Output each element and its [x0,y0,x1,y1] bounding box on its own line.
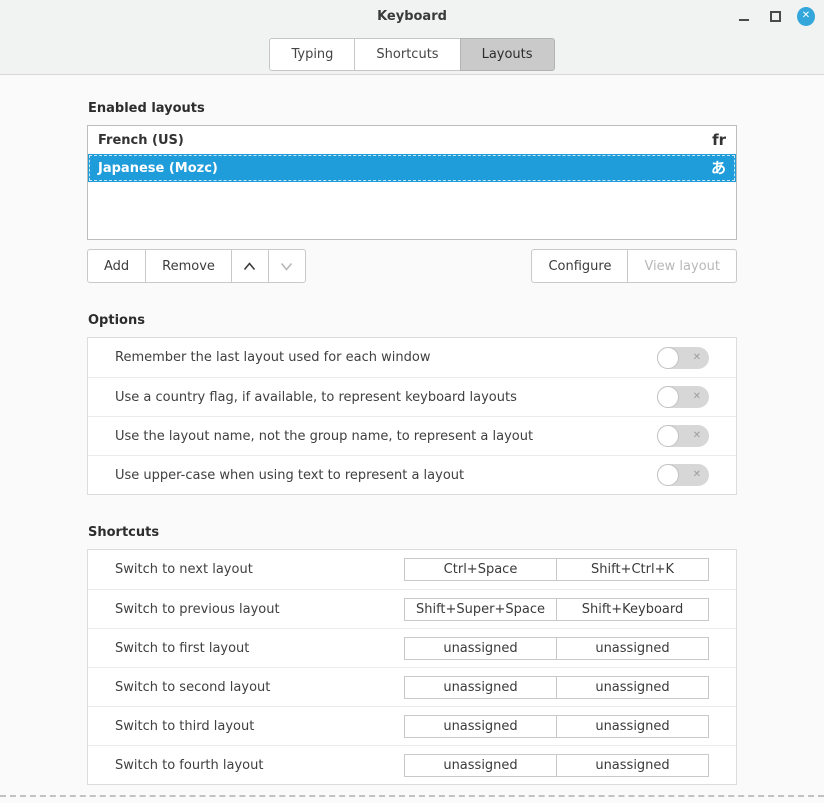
chevron-up-icon [243,262,256,271]
option-row: Use upper-case when using text to repres… [88,455,736,494]
window-title: Keyboard [377,9,447,24]
option-row: Remember the last layout used for each w… [88,338,736,377]
shortcut-row: Switch to first layout unassigned unassi… [88,628,736,667]
enabled-layouts-heading: Enabled layouts [87,75,737,125]
shortcut-bindings: Shift+Super+Space Shift+Keyboard [404,598,709,621]
toggle-knob [657,464,679,486]
shortcut-label: Switch to fourth layout [115,758,263,773]
enabled-layouts-list: French (US) fr Japanese (Mozc) あ [87,125,737,240]
tab-shortcuts[interactable]: Shortcuts [354,38,460,71]
move-layout-down-button[interactable] [268,249,306,283]
window-resize-edge[interactable] [0,795,824,797]
options-box: Remember the last layout used for each w… [87,337,737,495]
layout-name: Japanese (Mozc) [98,161,218,176]
tab-layouts[interactable]: Layouts [460,38,555,71]
shortcut-row: Switch to second layout unassigned unass… [88,667,736,706]
option-row: Use the layout name, not the group name,… [88,416,736,455]
layout-list-actions: Add Remove Configure View layout [87,249,737,283]
shortcut-binding-2[interactable]: unassigned [556,754,709,777]
shortcut-label: Switch to second layout [115,680,270,695]
shortcut-binding-2[interactable]: unassigned [556,715,709,738]
shortcut-bindings: unassigned unassigned [404,676,709,699]
shortcut-binding-1[interactable]: Shift+Super+Space [404,598,557,621]
toggle-off-icon: ✕ [693,353,701,363]
shortcut-label: Switch to third layout [115,719,254,734]
keyboard-settings-window: Keyboard ✕ Typing Shortcuts Layouts Enab… [0,0,824,803]
shortcut-bindings: unassigned unassigned [404,637,709,660]
option-label: Use the layout name, not the group name,… [115,429,533,444]
shortcut-row: Switch to third layout unassigned unassi… [88,706,736,745]
shortcut-bindings: Ctrl+Space Shift+Ctrl+K [404,558,709,581]
shortcut-label: Switch to first layout [115,641,249,656]
toggle-switch-off[interactable]: ✕ [657,386,709,408]
maximize-icon [770,11,781,22]
maximize-button[interactable] [766,7,784,25]
close-button[interactable]: ✕ [797,7,815,25]
window-controls: ✕ [735,0,815,32]
chevron-down-icon [280,262,293,271]
tab-strip: Typing Shortcuts Layouts [0,32,824,75]
shortcut-binding-1[interactable]: Ctrl+Space [404,558,557,581]
minimize-icon [739,19,749,21]
shortcut-binding-1[interactable]: unassigned [404,754,557,777]
shortcut-label: Switch to previous layout [115,602,280,617]
toggle-off-icon: ✕ [693,392,701,402]
shortcut-binding-1[interactable]: unassigned [404,715,557,738]
options-heading: Options [87,283,737,337]
shortcut-binding-2[interactable]: Shift+Ctrl+K [556,558,709,581]
layout-name: French (US) [98,133,184,148]
shortcut-binding-2[interactable]: unassigned [556,676,709,699]
toggle-knob [657,425,679,447]
view-layout-button[interactable]: View layout [627,249,737,283]
shortcuts-heading: Shortcuts [87,495,737,549]
minimize-button[interactable] [735,7,753,25]
shortcut-label: Switch to next layout [115,562,253,577]
configure-button[interactable]: Configure [531,249,628,283]
shortcuts-box: Switch to next layout Ctrl+Space Shift+C… [87,549,737,785]
toggle-switch-off[interactable]: ✕ [657,425,709,447]
shortcut-binding-2[interactable]: unassigned [556,637,709,660]
add-layout-button[interactable]: Add [87,249,146,283]
shortcut-binding-1[interactable]: unassigned [404,676,557,699]
move-layout-up-button[interactable] [231,249,269,283]
layout-tools-button-group: Configure View layout [531,249,737,283]
remove-layout-button[interactable]: Remove [145,249,232,283]
shortcut-row: Switch to next layout Ctrl+Space Shift+C… [88,550,736,589]
layout-indicator-ja: あ [711,161,726,176]
toggle-off-icon: ✕ [693,431,701,441]
toggle-knob [657,386,679,408]
close-icon: ✕ [797,7,815,26]
layout-indicator-fr: fr [712,133,726,148]
shortcut-row: Switch to previous layout Shift+Super+Sp… [88,589,736,628]
edit-layouts-button-group: Add Remove [87,249,306,283]
toggle-knob [657,347,679,369]
layouts-page: Enabled layouts French (US) fr Japanese … [0,75,824,785]
option-row: Use a country flag, if available, to rep… [88,377,736,416]
shortcut-binding-2[interactable]: Shift+Keyboard [556,598,709,621]
tab-typing[interactable]: Typing [269,38,355,71]
shortcut-binding-1[interactable]: unassigned [404,637,557,660]
toggle-switch-off[interactable]: ✕ [657,347,709,369]
toggle-switch-off[interactable]: ✕ [657,464,709,486]
layout-row-french[interactable]: French (US) fr [88,126,736,154]
layout-row-japanese[interactable]: Japanese (Mozc) あ [88,154,736,182]
option-label: Use a country flag, if available, to rep… [115,390,517,405]
toggle-off-icon: ✕ [693,470,701,480]
option-label: Use upper-case when using text to repres… [115,468,464,483]
titlebar: Keyboard ✕ [0,0,824,32]
option-label: Remember the last layout used for each w… [115,350,430,365]
shortcut-bindings: unassigned unassigned [404,754,709,777]
shortcut-bindings: unassigned unassigned [404,715,709,738]
shortcut-row: Switch to fourth layout unassigned unass… [88,745,736,784]
